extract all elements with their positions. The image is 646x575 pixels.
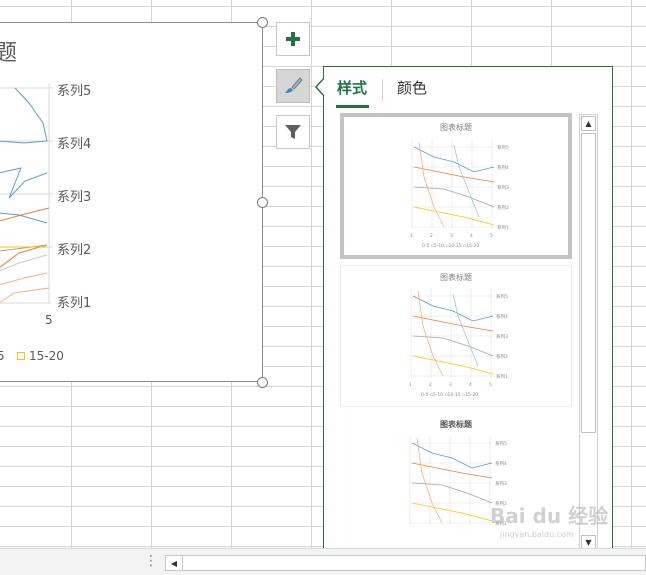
thumb-series-label: 系列3 (495, 480, 507, 487)
status-bar: ⋮ ◀ (0, 548, 646, 575)
chart-area[interactable]: 题 系列5 系列4 系列3 系列2 系列1 5 5 15-20 (0, 22, 263, 382)
thumb-series-label: 系列1 (497, 224, 509, 231)
thumb-title: 图表标题 (440, 420, 472, 429)
chart-elements-button[interactable] (276, 22, 310, 56)
legend-swatch (17, 352, 25, 360)
series-label: 系列4 (57, 137, 92, 152)
chart-styles-panel: 样式 颜色 图表标题 系列5 系列4 系列3 系列2 系列1 1 2 3 4 5… (323, 66, 613, 560)
thumb-series-label: 系列5 (496, 293, 508, 300)
thumb-series-label: 系列3 (496, 333, 508, 340)
thumb-x-tick: 2 (430, 233, 433, 239)
series-label: 系列3 (57, 190, 92, 205)
thumb-series-label: 系列2 (496, 353, 508, 360)
plus-icon (286, 32, 300, 46)
thumb-legend: 0-5 ▫5-10 ▫10-15 ▫15-20 (421, 392, 478, 398)
chart-plot (0, 83, 53, 304)
legend-label: 15-20 (29, 349, 64, 363)
thumb-x-tick: 1 (410, 233, 413, 239)
scroll-up-button[interactable]: ▲ (581, 116, 596, 131)
thumb-series-label: 系列1 (496, 373, 508, 380)
legend-label: 5 (0, 349, 5, 363)
thumb-series-label: 系列4 (495, 460, 507, 467)
thumb-series-label: 系列4 (497, 164, 509, 171)
tab-styles[interactable]: 样式 (337, 77, 367, 98)
horizontal-scrollbar[interactable]: ◀ (165, 555, 646, 571)
thumb-x-tick: 1 (409, 382, 412, 388)
chart-title: 题 (0, 41, 18, 66)
thumb-legend: 0-5 ▫5-10 ▫10-15 ▫15-20 (422, 243, 479, 249)
tab-separator (382, 79, 383, 101)
chart-styles-button[interactable] (276, 69, 310, 103)
legend-entry: 15-20 (17, 349, 64, 363)
scroll-left-button[interactable]: ◀ (166, 556, 183, 570)
thumb-series-label: 系列4 (496, 313, 508, 320)
thumb-title: 图表标题 (440, 123, 472, 132)
thumb-title: 图表标题 (440, 273, 472, 282)
resize-handle[interactable] (257, 197, 268, 208)
tab-underline (336, 105, 369, 108)
style-option-1[interactable]: 图表标题 系列5 系列4 系列3 系列2 系列1 1 2 3 4 5 0-5 ▫… (340, 113, 572, 259)
legend-entry: 5 (0, 349, 5, 363)
style-thumbnail: 系列5 系列4 系列3 系列2 系列1 1 2 3 4 5 0-5 ▫5-10 … (410, 139, 509, 249)
thumb-x-tick: 3 (449, 382, 452, 388)
watermark-url: jingyan.baidu.com (500, 530, 574, 539)
thumb-x-tick: 4 (469, 382, 472, 388)
thumb-series-label: 系列2 (497, 204, 509, 211)
thumb-x-tick: 2 (429, 382, 432, 388)
chart-filters-button[interactable] (276, 115, 310, 149)
style-option-2[interactable]: 图表标题 系列5 系列4 系列3 系列2 系列1 1 2 3 4 5 0-5 ▫… (340, 265, 572, 407)
scroll-thumb[interactable] (581, 133, 596, 433)
series-label: 系列1 (57, 296, 92, 311)
panel-scrollbar[interactable]: ▲ ▼ (579, 114, 598, 552)
thumb-series-label: 系列3 (497, 184, 509, 191)
panel-pointer-fill (317, 78, 325, 96)
brush-icon (285, 77, 303, 93)
resize-handle[interactable] (257, 377, 268, 388)
series-label: 系列2 (57, 243, 92, 258)
x-tick-label: 5 (45, 313, 53, 327)
thumb-series-label: 系列5 (497, 144, 509, 151)
style-thumbnail: 系列5 系列4 系列3 系列2 系列1 1 2 3 4 5 0-5 ▫5-10 … (409, 288, 508, 398)
resize-handle[interactable] (257, 17, 268, 28)
thumb-series-label: 系列5 (495, 440, 507, 447)
watermark: Bai du 经验 (490, 504, 609, 528)
filter-icon (285, 125, 301, 139)
thumb-x-tick: 5 (490, 233, 493, 239)
thumb-x-tick: 3 (450, 233, 453, 239)
thumb-x-tick: 5 (489, 382, 492, 388)
tab-colors[interactable]: 颜色 (397, 77, 427, 98)
series-label: 系列5 (57, 84, 92, 99)
splitter-handle[interactable]: ⋮ (144, 553, 158, 569)
thumb-x-tick: 4 (470, 233, 473, 239)
